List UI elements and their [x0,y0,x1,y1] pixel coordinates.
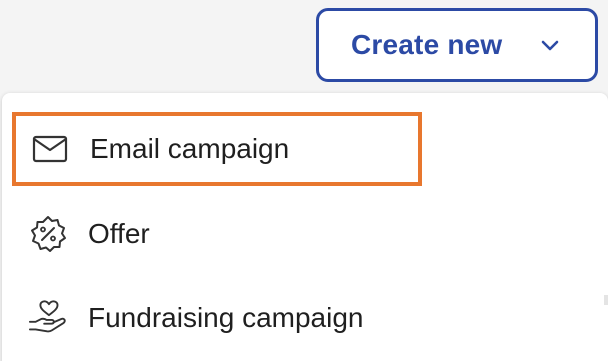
menu-item-offer[interactable]: Offer [2,199,432,269]
page: Create new Email campaign Offer Fundrais… [0,0,608,361]
chevron-down-icon [541,40,559,51]
envelope-icon [30,129,70,169]
scrollbar-track-edge [604,295,608,305]
heart-hand-icon [28,298,68,338]
menu-item-email-campaign[interactable]: Email campaign [12,112,422,186]
menu-item-label: Offer [88,218,150,249]
menu-item-label: Fundraising campaign [88,302,364,333]
create-new-menu: Email campaign Offer Fundraising campaig… [2,93,608,361]
create-new-label: Create new [351,29,503,60]
discount-badge-icon [28,214,68,254]
create-new-button[interactable]: Create new [316,8,598,82]
menu-item-label: Email campaign [90,133,290,164]
menu-item-fundraising-campaign[interactable]: Fundraising campaign [2,283,432,353]
